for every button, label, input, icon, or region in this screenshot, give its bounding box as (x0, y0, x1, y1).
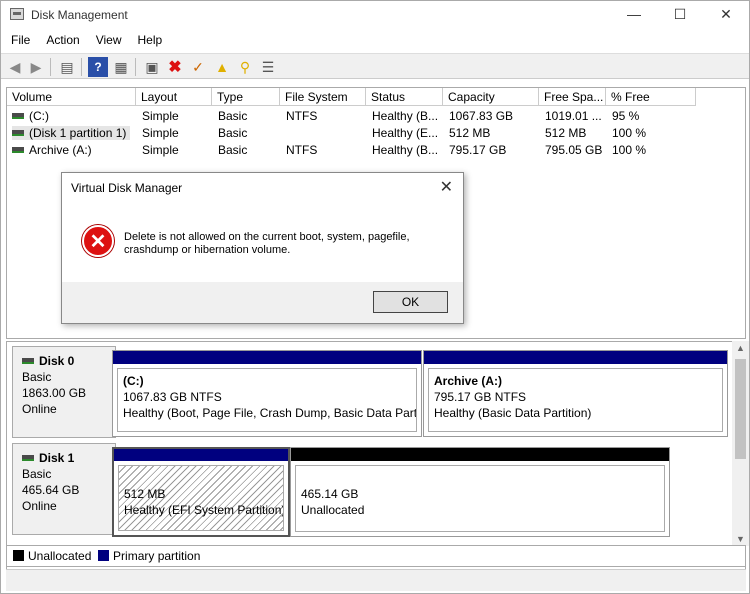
disk-map-scrollbar[interactable]: ▲ ▼ (732, 341, 749, 546)
check-icon[interactable]: ✓ (188, 57, 208, 77)
unallocated-space[interactable]: 465.14 GB Unallocated (290, 447, 670, 537)
column-percent-free[interactable]: % Free (606, 88, 696, 106)
partition-efi[interactable]: 512 MB Healthy (EFI System Partition) (112, 447, 290, 537)
ok-button[interactable]: OK (373, 291, 448, 313)
console-tree-icon[interactable]: ▤ (57, 57, 77, 77)
help-icon[interactable]: ? (88, 57, 108, 77)
menu-help[interactable]: Help (128, 30, 169, 47)
disk-map: Disk 0 Basic 1863.00 GB Online (C:) 1067… (6, 341, 746, 573)
dialog-title: Virtual Disk Manager (71, 181, 183, 195)
scroll-up-icon[interactable]: ▲ (732, 341, 749, 355)
properties-icon[interactable]: ▦ (111, 57, 131, 77)
disk-management-icon (10, 8, 24, 20)
column-volume[interactable]: Volume (7, 88, 136, 106)
scroll-down-icon[interactable]: ▼ (732, 532, 749, 546)
menu-action[interactable]: Action (36, 30, 85, 47)
partition-archive[interactable]: Archive (A:) 795.17 GB NTFS Healthy (Bas… (423, 350, 728, 437)
toolbar-separator (50, 58, 51, 76)
connect-icon[interactable]: ▣ (142, 57, 162, 77)
disk-management-window: Disk Management — ☐ ✕ File Action View Help… (0, 0, 750, 594)
column-free-space[interactable]: Free Spa... (539, 88, 606, 106)
toolbar: ◀ ▶ ▤ ? ▦ ▣ ✖ ✓ ▲ ⚲ ☰ (1, 53, 749, 79)
primary-partition-swatch (98, 550, 110, 561)
legend: Unallocated Primary partition (6, 545, 746, 567)
disk-0-label[interactable]: Disk 0 Basic 1863.00 GB Online (12, 346, 116, 438)
disk-1-label[interactable]: Disk 1 Basic 465.64 GB Online (12, 443, 116, 535)
column-layout[interactable]: Layout (136, 88, 212, 106)
back-arrow-icon[interactable]: ◀ (5, 57, 25, 77)
unallocated-bar (291, 448, 669, 461)
folder-up-icon[interactable]: ▲ (212, 57, 232, 77)
column-type[interactable]: Type (212, 88, 280, 106)
volume-icon (12, 113, 24, 119)
primary-partition-bar (113, 351, 421, 364)
window-title: Disk Management (31, 8, 128, 22)
dialog-close-icon[interactable]: ✕ (440, 177, 453, 197)
menu-file[interactable]: File (1, 30, 36, 47)
minimize-button[interactable]: — (611, 1, 657, 29)
dialog-footer: OK (62, 282, 463, 323)
forward-arrow-icon[interactable]: ▶ (26, 57, 46, 77)
menu-view[interactable]: View (86, 30, 128, 47)
status-bar (6, 569, 746, 591)
column-file-system[interactable]: File System (280, 88, 366, 106)
search-folder-icon[interactable]: ⚲ (235, 57, 255, 77)
disk-icon (22, 455, 34, 461)
primary-partition-bar (424, 351, 727, 364)
disk-icon (22, 358, 34, 364)
error-message: Delete is not allowed on the current boo… (124, 231, 410, 256)
error-icon: ✕ (82, 225, 114, 257)
unallocated-swatch (13, 550, 24, 561)
delete-icon[interactable]: ✖ (165, 57, 185, 77)
menu-bar: File Action View Help (1, 30, 749, 52)
close-button[interactable]: ✕ (703, 1, 749, 29)
scroll-thumb[interactable] (735, 359, 746, 459)
column-capacity[interactable]: Capacity (443, 88, 539, 106)
toolbar-separator (135, 58, 136, 76)
partition-c[interactable]: (C:) 1067.83 GB NTFS Healthy (Boot, Page… (112, 350, 422, 437)
title-bar: Disk Management — ☐ ✕ (1, 1, 749, 29)
list-icon[interactable]: ☰ (258, 57, 278, 77)
toolbar-separator (81, 58, 82, 76)
maximize-button[interactable]: ☐ (657, 1, 703, 29)
column-status[interactable]: Status (366, 88, 443, 106)
primary-partition-bar (114, 449, 288, 461)
volume-icon (12, 130, 24, 136)
virtual-disk-manager-dialog: Virtual Disk Manager ✕ ✕ Delete is not a… (61, 172, 464, 324)
volume-icon (12, 147, 24, 153)
